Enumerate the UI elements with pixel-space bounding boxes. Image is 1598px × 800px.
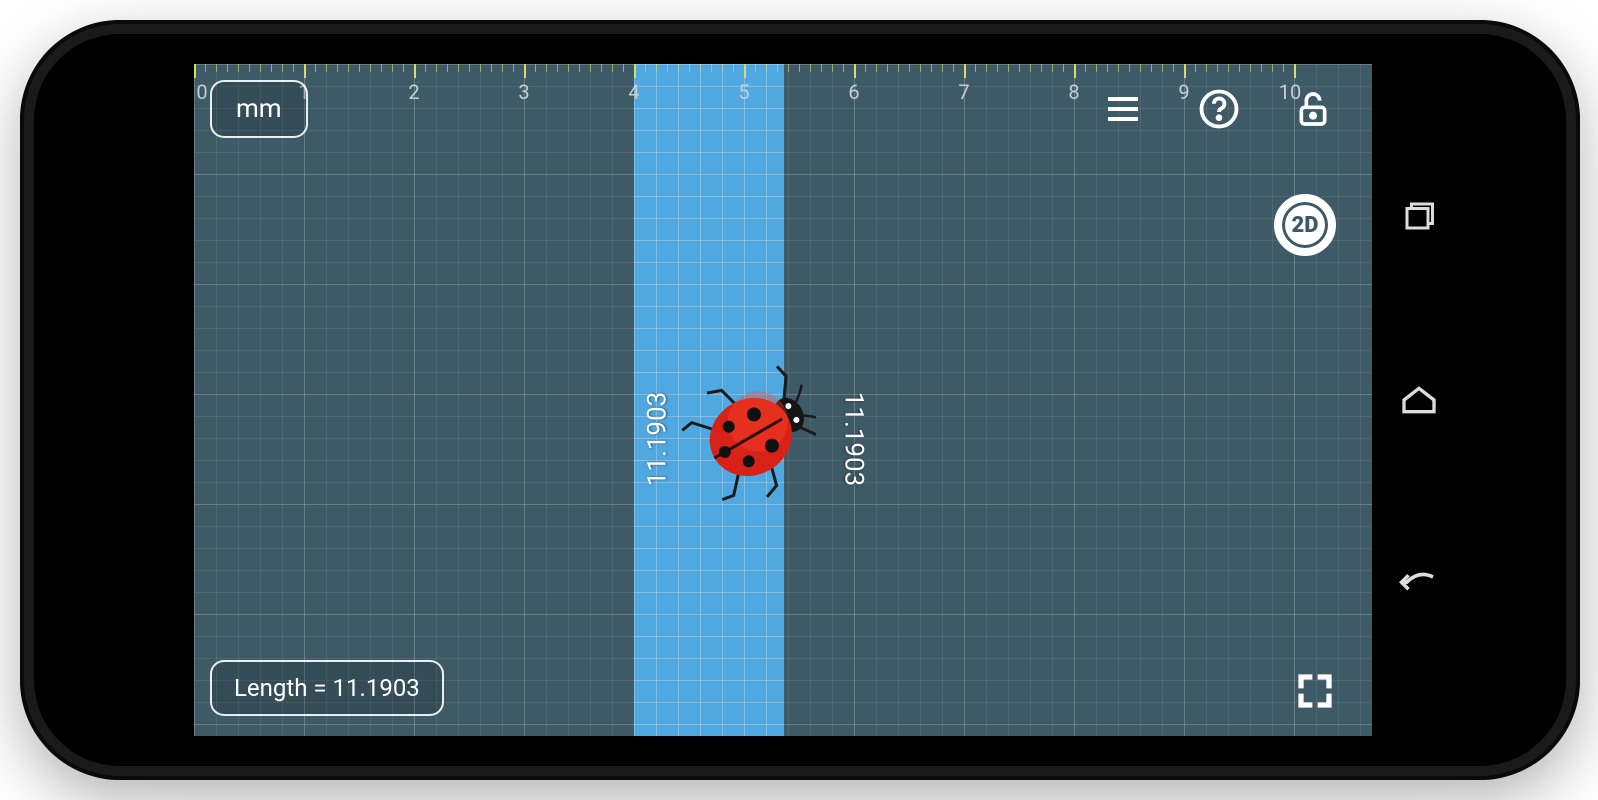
lock-open-icon[interactable] — [1290, 86, 1336, 132]
mode-2d-button[interactable]: 2D — [1274, 194, 1336, 256]
ruler-app-screen[interactable]: 0 1 2 3 4 5 6 7 8 9 10 mm — [194, 64, 1372, 736]
ruler-tick-6: 6 — [848, 80, 859, 104]
ruler-tick-3: 3 — [518, 80, 529, 104]
length-readout[interactable]: Length = 11.1903 — [210, 660, 444, 716]
phone-frame: 0 1 2 3 4 5 6 7 8 9 10 mm — [20, 20, 1580, 780]
ruler-tick-8: 8 — [1068, 80, 1079, 104]
ruler-tick-2: 2 — [408, 80, 419, 104]
android-nav-bar — [1372, 64, 1466, 736]
length-prefix: Length = — [234, 674, 333, 702]
ruler-tick-7: 7 — [958, 80, 969, 104]
measure-value-right: 11.1903 — [838, 392, 868, 487]
back-icon[interactable] — [1397, 562, 1441, 606]
ruler-tick-9: 9 — [1178, 80, 1189, 104]
help-icon[interactable] — [1196, 86, 1242, 132]
ruler-tick-4: 4 — [628, 80, 639, 104]
unit-button[interactable]: mm — [210, 80, 308, 138]
ruler-tick-0: 0 — [196, 80, 207, 104]
ruler-tick-5: 5 — [738, 80, 749, 104]
fullscreen-icon[interactable] — [1294, 670, 1336, 712]
recent-apps-icon[interactable] — [1397, 194, 1441, 238]
measure-value-left: 11.1903 — [642, 392, 672, 487]
length-value: 11.1903 — [333, 674, 420, 702]
ladybug-subject[interactable] — [676, 364, 816, 504]
home-icon[interactable] — [1397, 378, 1441, 422]
menu-icon[interactable] — [1100, 86, 1146, 132]
